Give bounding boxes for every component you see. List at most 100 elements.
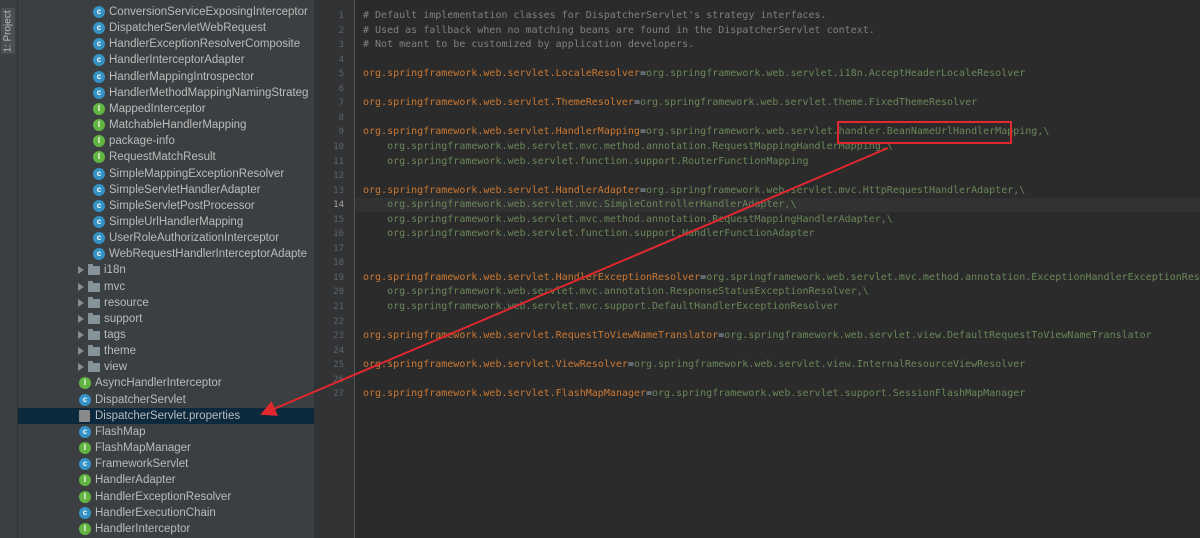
tree-item-label: WebRequestHandlerInterceptorAdapte [109,248,307,261]
class-icon: c [93,183,105,196]
tree-item[interactable]: c UserRoleAuthorizationInterceptor [18,230,314,246]
tree-item[interactable]: I HandlerExceptionResolver [18,489,314,505]
tree-item[interactable]: I HandlerAdapter [18,472,314,488]
line-number: 24 [333,345,344,356]
tree-item[interactable]: c HandlerInterceptorAdapter [18,52,314,68]
interface-icon: I [79,522,91,535]
line-number: 10 [333,141,344,152]
tree-item[interactable]: tags [18,327,314,343]
code-line[interactable]: # Default implementation classes for Dis… [363,9,827,23]
tree-item[interactable]: c DispatcherServletWebRequest [18,20,314,36]
tree-item[interactable]: c ConversionServiceExposingInterceptor [18,4,314,20]
expand-arrow-icon[interactable] [78,282,84,291]
tree-item-label: support [104,312,143,325]
class-icon: c [93,167,105,180]
code-token: org.springframework.web.servlet.mvc.meth… [706,271,1200,283]
expand-arrow-icon[interactable] [78,266,84,275]
tree-item[interactable]: c HandlerMethodMappingNamingStrateg [18,85,314,101]
tree-item[interactable]: c HandlerExecutionChain [18,505,314,521]
expand-arrow-icon[interactable] [78,314,84,323]
tree-item[interactable]: I MappedInterceptor [18,101,314,117]
expand-arrow-icon[interactable] [78,363,84,372]
highlight-box-annotation [837,121,1012,144]
tree-item[interactable]: support [18,311,314,327]
code-token: org.springframework.web.servlet.mvc.meth… [363,140,893,152]
tree-item[interactable]: c SimpleUrlHandlerMapping [18,214,314,230]
folder-icon [88,345,100,357]
tree-item[interactable]: c SimpleMappingExceptionResolver [18,166,314,182]
class-icon: c [93,22,105,35]
expand-arrow-icon[interactable] [78,331,84,339]
tree-item[interactable]: I AsyncHandlerInterceptor [18,375,314,391]
code-token: org.springframework.web.servlet.HandlerE… [363,271,701,283]
class-icon: c [79,425,91,438]
tree-item[interactable]: c HandlerMappingIntrospector [18,69,314,85]
tree-item[interactable]: theme [18,343,314,359]
line-number: 14 [333,200,344,211]
line-number: 19 [333,272,344,283]
tree-item[interactable]: Ipackage-info [18,133,314,149]
tree-item[interactable]: I MatchableHandlerMapping [18,117,314,133]
code-token: org.springframework.web.servlet.mvc.meth… [363,213,893,225]
tree-item[interactable]: I FlashMapManager [18,440,314,456]
expand-arrow-icon[interactable] [78,298,84,307]
code-line[interactable]: org.springframework.web.servlet.function… [363,155,808,169]
tree-item[interactable]: i18n [18,262,314,278]
tree-item[interactable]: c SimpleServletHandlerAdapter [18,182,314,198]
tree-item[interactable]: c DispatcherServlet [18,392,314,408]
code-token: # Default implementation classes for Dis… [363,10,827,21]
project-tool-tab[interactable]: 1: Project [1,8,15,54]
code-line[interactable]: # Used as fallback when no matching bean… [363,24,875,38]
class-icon: c [93,54,105,67]
code-line[interactable]: org.springframework.web.servlet.ThemeRes… [363,96,977,110]
code-token: org.springframework.web.servlet.HandlerM… [363,126,640,138]
tree-item-selected[interactable]: DispatcherServlet.properties [18,407,314,424]
tree-item-label: HandlerAdapter [95,474,176,487]
code-token: org.springframework.web.servlet.mvc.Http… [645,184,1026,196]
code-token: # Not meant to be customized by applicat… [363,39,695,51]
tree-item[interactable]: I HandlerInterceptor [18,521,314,537]
tree-item-label: theme [104,345,136,358]
tree-item-label: resource [104,296,149,309]
class-icon: c [93,38,105,51]
tree-item-label: i18n [104,264,126,277]
tree-item[interactable]: resource [18,295,314,311]
code-line[interactable]: org.springframework.web.servlet.LocaleRe… [363,67,1025,81]
code-line[interactable]: org.springframework.web.servlet.RequestT… [363,329,1152,343]
code-line[interactable]: # Not meant to be customized by applicat… [363,38,694,52]
line-number: 11 [333,156,344,167]
code-editor[interactable]: # Default implementation classes for Dis… [355,0,1200,538]
code-token: org.springframework.web.servlet.function… [363,228,815,240]
code-line[interactable]: org.springframework.web.servlet.function… [363,227,815,241]
tree-item[interactable]: view [18,359,314,375]
code-line[interactable]: org.springframework.web.servlet.FlashMap… [363,387,1025,401]
code-token: org.springframework.web.servlet.mvc.supp… [363,301,839,312]
line-number: 15 [333,214,344,225]
code-line[interactable]: org.springframework.web.servlet.mvc.anno… [363,285,869,299]
code-line[interactable]: org.springframework.web.servlet.mvc.Simp… [363,198,796,212]
tree-item[interactable]: c HandlerExceptionResolverComposite [18,36,314,52]
interface-icon: I [79,442,91,455]
code-line[interactable]: org.springframework.web.servlet.mvc.meth… [363,140,893,154]
tree-item[interactable]: mvc [18,279,314,295]
tree-item-label: tags [104,329,126,341]
code-line[interactable]: org.springframework.web.servlet.ViewReso… [363,358,1025,372]
tree-item-label: DispatcherServlet.properties [95,409,241,422]
tree-item[interactable]: c FlashMap [18,424,314,440]
code-line[interactable]: org.springframework.web.servlet.HandlerE… [363,271,1200,285]
folder-icon [88,329,100,340]
line-number: 7 [338,98,344,109]
tree-item[interactable]: c SimpleServletPostProcessor [18,198,314,214]
tree-item[interactable]: c WebRequestHandlerInterceptorAdapte [18,246,314,262]
tree-item[interactable]: c FrameworkServlet [18,456,314,472]
expand-arrow-icon[interactable] [78,347,84,356]
code-line[interactable]: org.springframework.web.servlet.HandlerA… [363,184,1025,198]
code-line[interactable]: org.springframework.web.servlet.mvc.meth… [363,213,893,227]
tree-item-label: ConversionServiceExposingInterceptor [109,6,308,18]
tree-item-label: MatchableHandlerMapping [109,119,247,132]
line-number: 12 [333,171,344,182]
code-line[interactable]: org.springframework.web.servlet.mvc.supp… [363,300,839,314]
tree-item[interactable]: I RequestMatchResult [18,149,314,165]
tree-item-label: HandlerExceptionResolverComposite [109,38,301,51]
tree-item-label: SimpleUrlHandlerMapping [109,215,244,228]
